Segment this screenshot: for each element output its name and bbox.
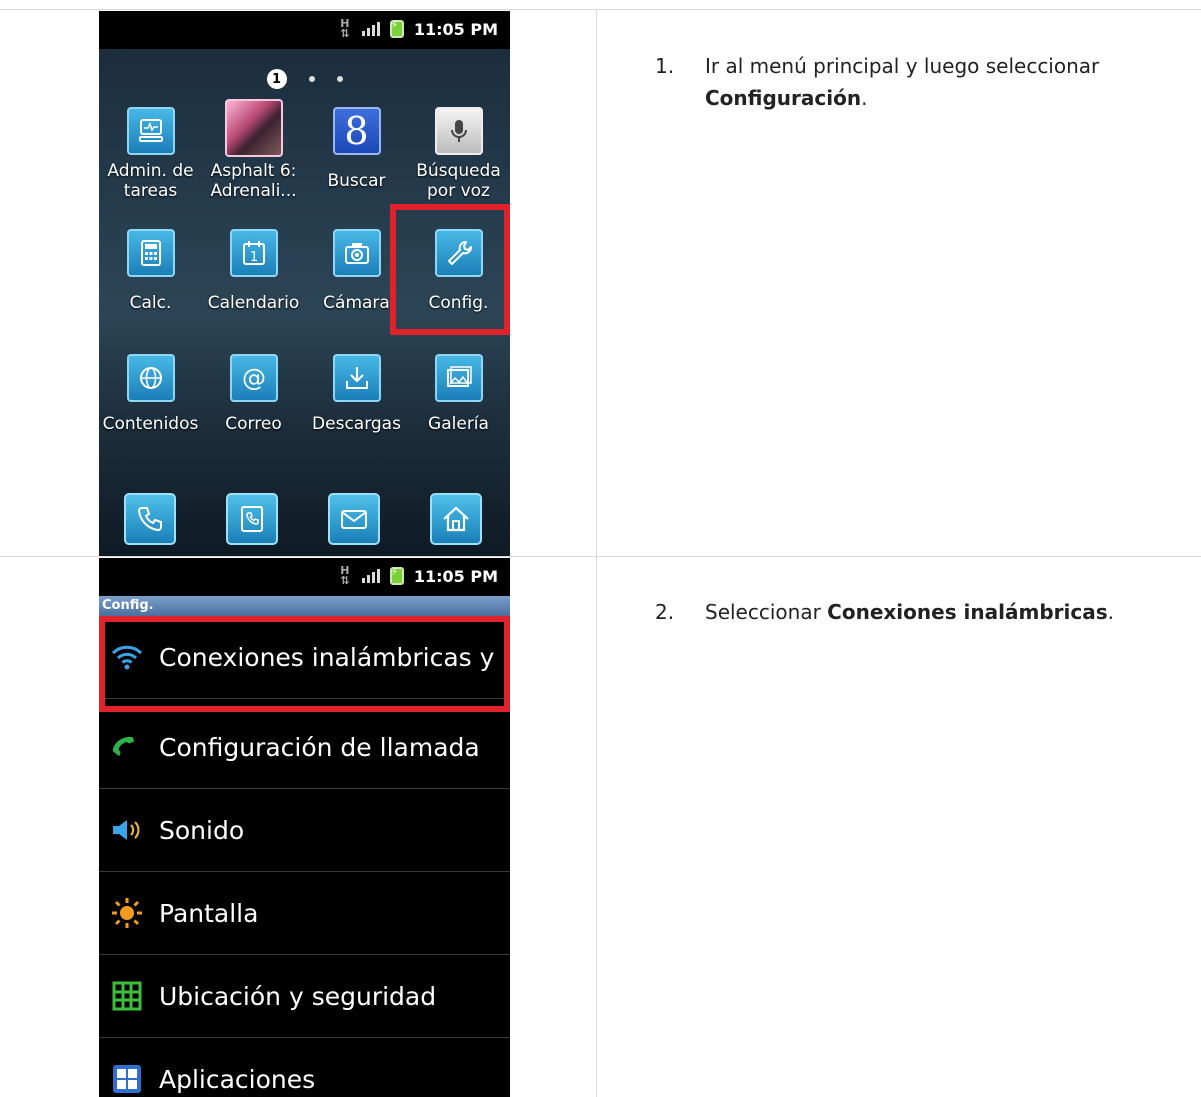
settings-item-applications[interactable]: Aplicaciones (99, 1038, 510, 1097)
home-icon[interactable] (430, 493, 482, 545)
microphone-icon (434, 107, 483, 155)
step-text: Ir al menú principal y luego seleccionar (705, 54, 1100, 78)
phone-handset-icon (107, 727, 147, 767)
settings-screen-screenshot: H⇅ 11:05 PM Config. Conexiones inalámbri… (99, 558, 510, 1097)
app-calc[interactable]: Calc. (99, 229, 202, 313)
page-dot[interactable] (336, 76, 343, 82)
battery-charging-icon (389, 567, 404, 585)
app-label: Buscar (327, 171, 386, 191)
settings-item-display[interactable]: Pantalla (99, 872, 510, 955)
task-manager-icon (126, 107, 175, 155)
settings-item-sound[interactable]: Sonido (99, 789, 510, 872)
app-label: Descargas (312, 414, 401, 434)
config-highlight-box (390, 204, 510, 335)
settings-item-label: Aplicaciones (159, 1064, 316, 1094)
brightness-icon (107, 893, 147, 933)
table-row-divider (0, 556, 1201, 557)
step-text: Seleccionar (705, 600, 821, 624)
app-busqueda-voz[interactable]: Búsqueda por voz (407, 107, 510, 201)
signal-icon (361, 569, 380, 583)
home-screen-screenshot: H⇅ 11:05 PM 1 Admin. de tareas Asphalt 6… (99, 11, 510, 556)
hspa-network-icon: H ⇅ (340, 17, 350, 40)
svg-text:1: 1 (249, 250, 257, 265)
app-calendario[interactable]: 1 Calendario (202, 229, 305, 313)
step-bold-target: Configuración (705, 86, 862, 110)
app-admin-tareas[interactable]: Admin. de tareas (99, 107, 202, 201)
google-search-icon: 8 (332, 107, 381, 155)
step-1-text: 1. Ir al menú principal y luego seleccion… (655, 50, 1201, 114)
app-galeria[interactable]: Galería (407, 354, 510, 434)
status-time: 11:05 PM (413, 19, 498, 39)
settings-item-location-security[interactable]: Ubicación y seguridad (99, 955, 510, 1038)
svg-text:@: @ (242, 364, 266, 392)
page-dot-active[interactable]: 1 (266, 69, 287, 89)
speaker-icon (107, 810, 147, 850)
status-bar: H⇅ 11:05 PM (99, 11, 510, 49)
contacts-icon[interactable] (226, 493, 278, 545)
calendar-icon: 1 (229, 229, 278, 277)
signal-icon (361, 22, 380, 36)
globe-icon (126, 354, 175, 402)
status-bar: H⇅ 11:05 PM (99, 558, 510, 596)
download-icon (332, 354, 381, 402)
app-asphalt[interactable]: Asphalt 6: Adrenali... (202, 99, 305, 201)
settings-item-label: Configuración de llamada (159, 732, 480, 762)
messages-icon[interactable] (328, 493, 380, 545)
app-contenidos[interactable]: Contenidos (99, 354, 202, 434)
asphalt-game-icon (224, 99, 283, 157)
status-time: 11:05 PM (413, 566, 498, 586)
table-column-divider (596, 9, 597, 1097)
app-correo[interactable]: @ Correo (202, 354, 305, 434)
app-label: Calendario (207, 293, 300, 313)
wireless-highlight-box (99, 616, 510, 712)
app-label: Admin. de tareas (107, 161, 194, 201)
table-top-border (0, 9, 1201, 10)
app-label: Contenidos (102, 414, 199, 434)
step-bold-target: Conexiones inalámbricas (827, 600, 1108, 624)
app-descargas[interactable]: Descargas (305, 354, 408, 434)
camera-icon (332, 229, 381, 277)
app-label: Galería (428, 414, 489, 434)
step-number: 1. (655, 54, 675, 78)
calculator-icon (126, 229, 175, 277)
apps-grid-icon (107, 1059, 147, 1097)
gallery-icon (434, 354, 483, 402)
settings-item-calls[interactable]: Configuración de llamada (99, 706, 510, 789)
page-dot[interactable] (308, 76, 315, 82)
battery-charging-icon (389, 20, 404, 38)
location-grid-icon (107, 976, 147, 1016)
app-label: Búsqueda por voz (416, 161, 501, 201)
step-2-text: 2. Seleccionar Conexiones inalámbricas. (655, 596, 1201, 628)
app-label: Correo (225, 414, 282, 434)
app-label: Asphalt 6: Adrenali... (210, 161, 297, 201)
app-label: Calc. (129, 293, 172, 313)
settings-item-label: Sonido (159, 815, 245, 845)
app-buscar[interactable]: 8 Buscar (305, 107, 408, 191)
settings-item-label: Pantalla (159, 898, 259, 928)
at-sign-icon: @ (229, 354, 278, 402)
step-number: 2. (655, 600, 675, 624)
settings-item-label: Ubicación y seguridad (159, 981, 437, 1011)
settings-title: Config. (99, 596, 510, 616)
hspa-network-icon: H ⇅ (340, 564, 350, 587)
phone-icon[interactable] (124, 493, 176, 545)
page-indicator[interactable]: 1 (99, 69, 510, 89)
